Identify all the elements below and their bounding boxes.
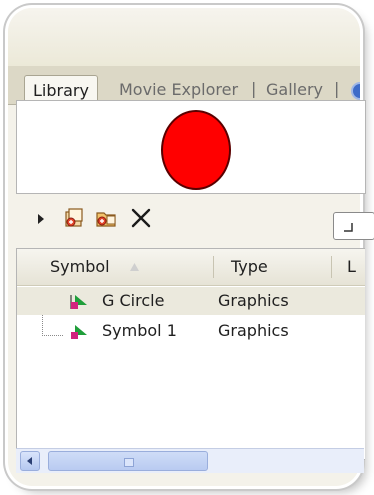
scrollbar-thumb[interactable] [48,451,208,471]
column-header-type[interactable]: Type [231,257,268,276]
list-header: Symbol Type L [17,249,365,286]
horizontal-scrollbar[interactable] [16,448,364,473]
scroll-left-button[interactable] [20,451,40,471]
library-toolbar [16,196,364,244]
column-divider[interactable] [213,256,214,278]
column-header-linkage[interactable]: L [347,257,356,276]
tab-separator: | [334,79,340,98]
tab-separator: | [251,79,257,98]
symbol-name: G Circle [102,291,165,310]
tab-movie-explorer[interactable]: Movie Explorer [119,78,238,102]
new-symbol-icon[interactable] [62,206,86,230]
chevron-down-icon [344,223,353,232]
symbol-type: Graphics [218,291,289,310]
delete-icon[interactable] [129,206,153,230]
expand-arrow-icon[interactable] [38,214,44,224]
library-options-dropdown[interactable] [333,212,374,240]
title-bar [8,8,360,66]
symbol-type: Graphics [218,321,289,340]
table-row[interactable]: G Circle Graphics [17,287,365,315]
preview-circle-shape [161,110,231,190]
table-row[interactable]: Symbol 1 Graphics [17,317,365,345]
scrollbar-grip-icon [124,458,134,467]
column-divider[interactable] [331,256,332,278]
symbol-preview-pane [16,100,366,194]
symbol-name: Symbol 1 [102,321,177,340]
sort-ascending-icon [130,263,139,271]
tab-gallery[interactable]: Gallery [266,78,323,102]
library-item-list: Symbol Type L G Circle Graphics Symbol 1… [16,248,365,460]
graphic-symbol-icon [70,295,87,309]
new-folder-icon[interactable] [94,206,118,230]
graphic-symbol-icon [71,325,87,339]
column-header-symbol[interactable]: Symbol [50,257,110,276]
globe-icon[interactable] [351,82,360,100]
